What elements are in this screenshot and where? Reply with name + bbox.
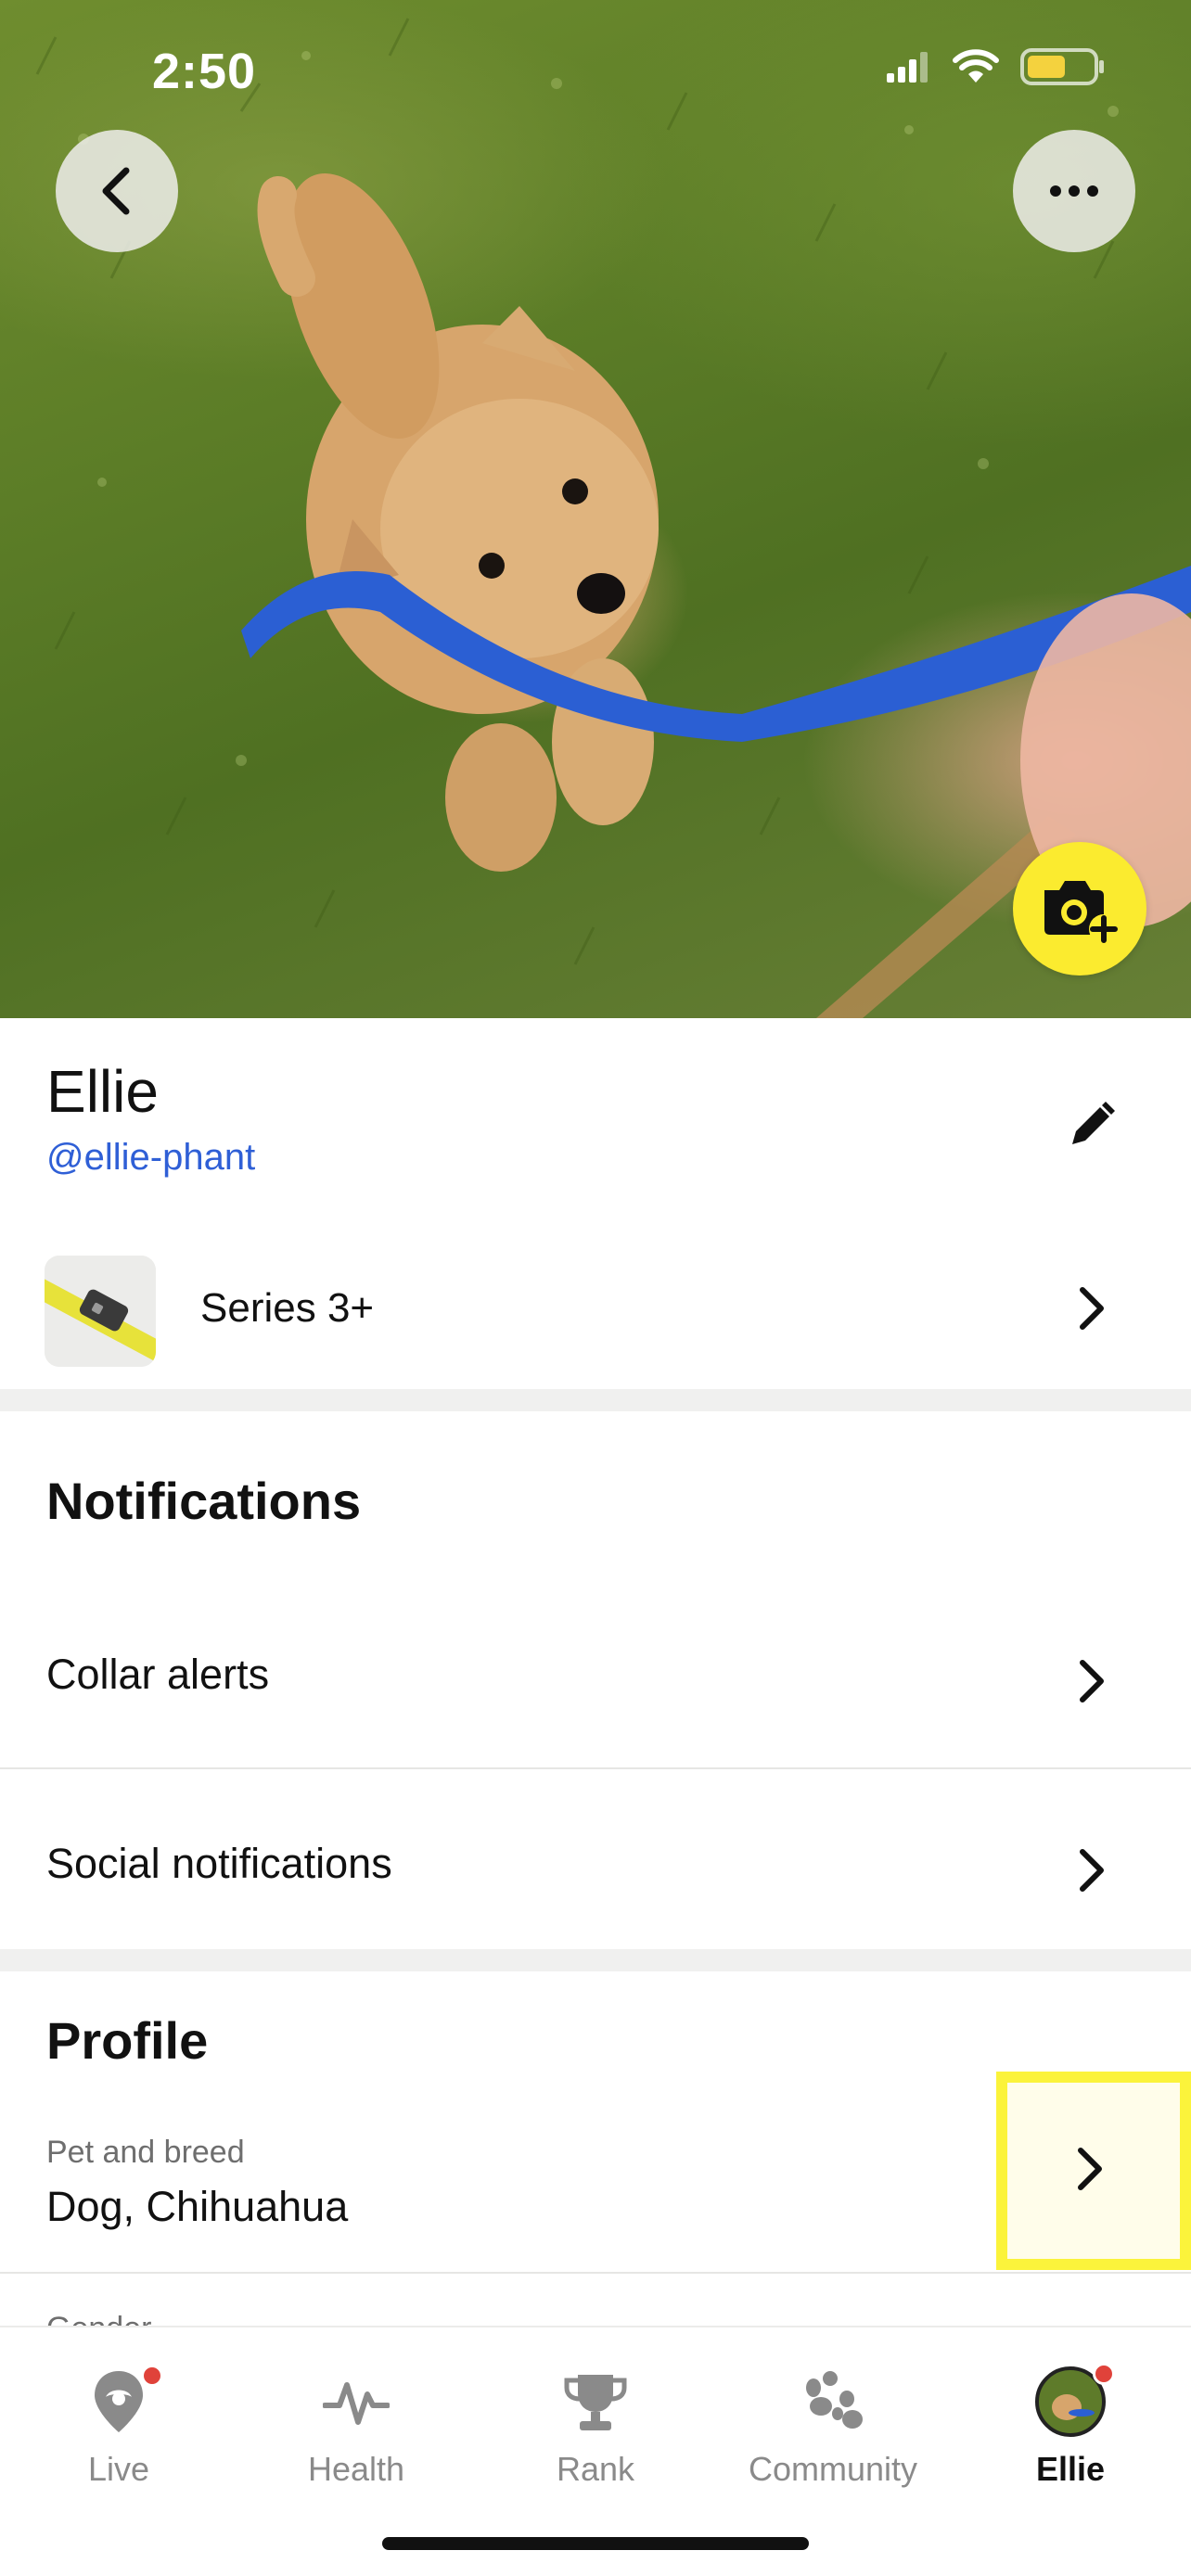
back-button[interactable] <box>56 130 178 252</box>
chevron-right-icon <box>1072 1847 1109 1894</box>
chevron-right-icon <box>1072 1658 1109 1704</box>
social-notifications-label: Social notifications <box>46 1840 392 1887</box>
paw-icon <box>796 2365 870 2439</box>
pencil-icon <box>1072 1102 1115 1144</box>
tab-community[interactable]: Community <box>731 2353 935 2493</box>
add-photo-button[interactable] <box>1013 842 1146 976</box>
notification-badge <box>141 2365 163 2387</box>
pet-and-breed-label: Pet and breed <box>46 2135 245 2170</box>
camera-add-icon <box>1044 881 1119 944</box>
section-separator <box>0 1949 1191 1971</box>
chevron-left-icon <box>102 167 130 215</box>
edit-profile-button[interactable] <box>1057 1090 1126 1159</box>
tab-ellie[interactable]: Ellie <box>968 2353 1172 2493</box>
collar-thumbnail <box>45 1256 156 1367</box>
pet-cover-photo: 2:50 <box>0 0 1191 1018</box>
status-icons <box>887 48 1106 85</box>
notifications-title: Notifications <box>46 1472 362 1530</box>
chevron-right-icon <box>1072 1285 1109 1332</box>
tab-label: Rank <box>556 2450 635 2488</box>
dog-photo-illustration <box>35 18 1191 1018</box>
tab-live[interactable]: Live <box>17 2353 221 2493</box>
ellipsis-icon <box>1050 185 1098 197</box>
tab-health[interactable]: Health <box>254 2353 458 2493</box>
home-indicator <box>382 2537 809 2550</box>
status-time: 2:50 <box>152 44 257 99</box>
pet-profile-screen: 2:50 Ellie @ellie-phant Series 3+ Notifi… <box>0 0 1191 2576</box>
collar-alerts-label: Collar alerts <box>46 1651 270 1698</box>
chevron-right-icon <box>1070 2146 1108 2192</box>
device-label: Series 3+ <box>200 1285 375 1331</box>
tab-label: Health <box>307 2450 405 2488</box>
tab-label: Live <box>87 2450 150 2488</box>
battery-icon <box>1020 48 1104 85</box>
tab-label: Ellie <box>1035 2450 1106 2488</box>
pulse-icon <box>319 2365 393 2439</box>
collar-alerts-row[interactable]: Collar alerts <box>0 1595 1191 1767</box>
more-options-button[interactable] <box>1013 130 1135 252</box>
notification-badge <box>1093 2363 1115 2385</box>
device-row[interactable]: Series 3+ <box>0 1239 1191 1387</box>
social-notifications-row[interactable]: Social notifications <box>0 1769 1191 1949</box>
tab-rank[interactable]: Rank <box>493 2353 698 2493</box>
pet-name: Ellie <box>46 1058 159 1125</box>
pet-and-breed-value: Dog, Chihuahua <box>46 2183 349 2230</box>
tab-label: Community <box>748 2450 918 2488</box>
cellular-signal-icon <box>887 52 928 83</box>
collar-icon <box>45 1256 156 1367</box>
wifi-icon <box>953 49 999 83</box>
trophy-icon <box>558 2365 633 2439</box>
pet-and-breed-chevron-button[interactable] <box>996 2072 1191 2270</box>
divider <box>0 2272 1191 2274</box>
profile-section-title: Profile <box>46 2011 209 2070</box>
pet-handle: @ellie-phant <box>46 1137 256 1178</box>
section-separator <box>0 1389 1191 1411</box>
